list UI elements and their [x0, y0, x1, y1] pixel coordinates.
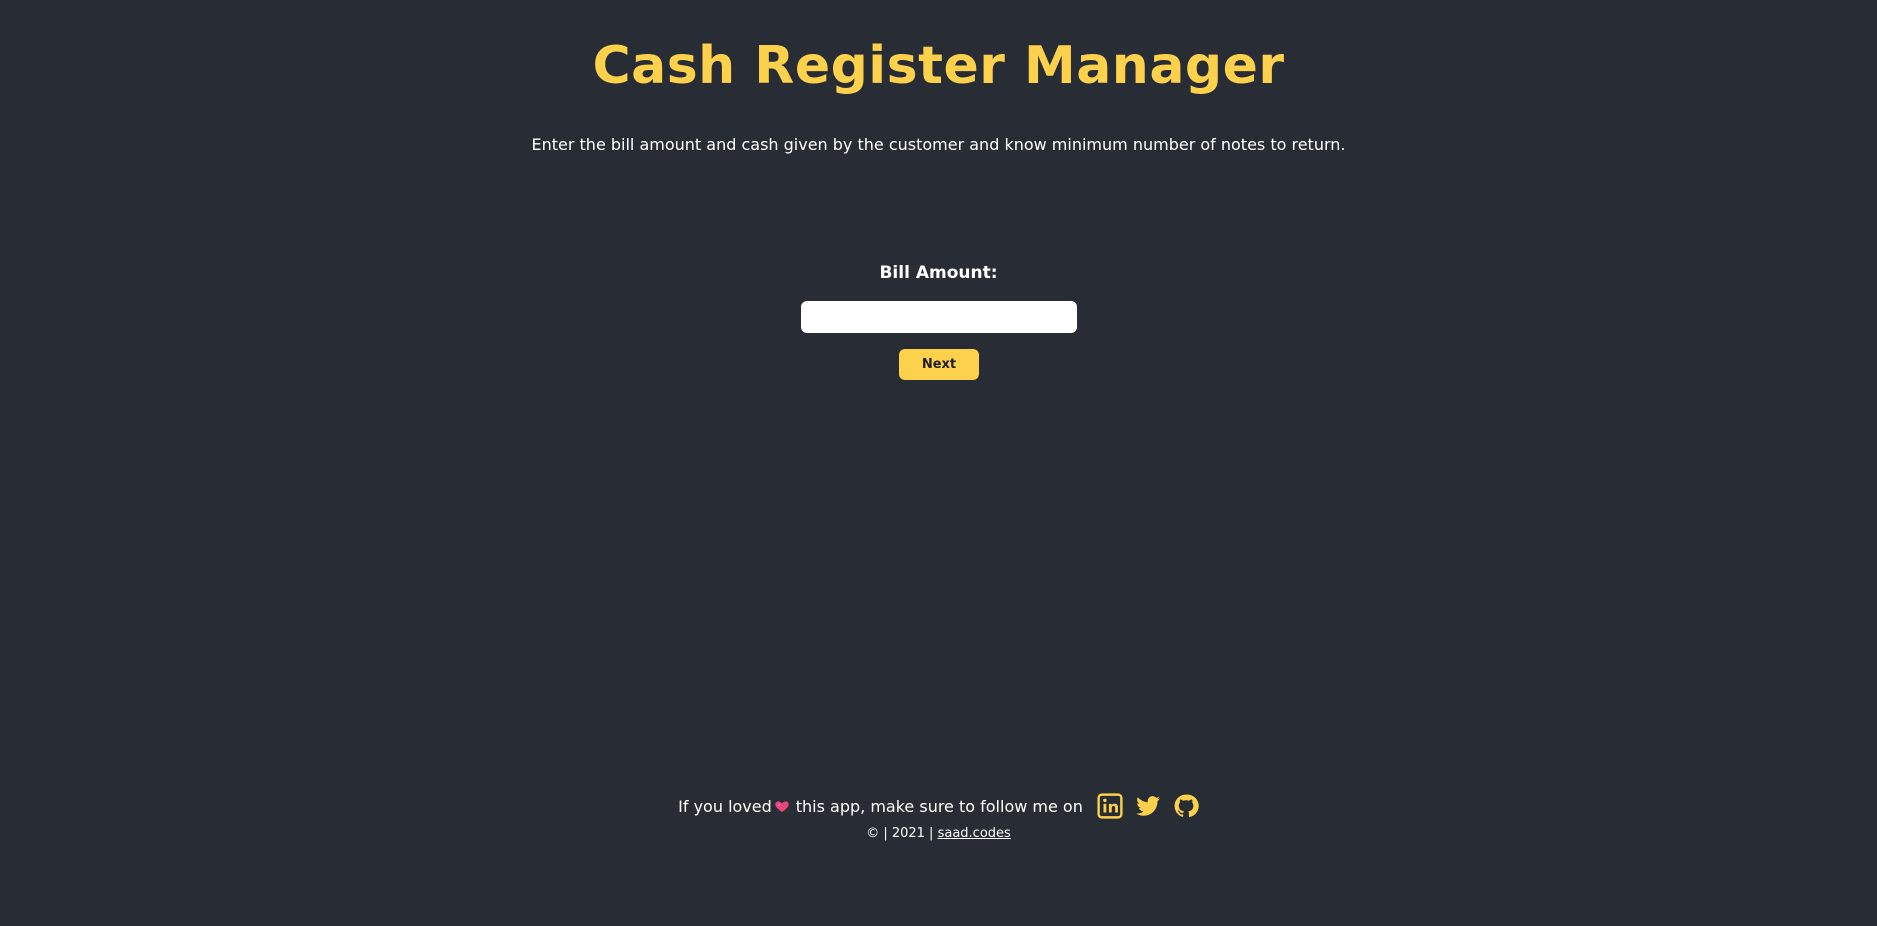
next-button[interactable]: Next	[899, 349, 979, 380]
copyright-text: © | 2021 |	[866, 826, 934, 841]
twitter-icon[interactable]	[1135, 793, 1161, 819]
copyright-line: © | 2021 | saad.codes	[0, 826, 1877, 841]
page-title: Cash Register Manager	[592, 36, 1285, 96]
heart-icon	[774, 798, 790, 814]
social-links	[1097, 793, 1199, 819]
github-icon[interactable]	[1173, 793, 1199, 819]
footer-text-before: If you loved	[678, 796, 772, 816]
linkedin-icon[interactable]	[1097, 793, 1123, 819]
bill-amount-input[interactable]	[801, 301, 1077, 333]
footer-follow-line: If you loved this app, make sure to foll…	[0, 793, 1877, 819]
site-link[interactable]: saad.codes	[938, 826, 1011, 841]
footer-text-after: this app, make sure to follow me on	[795, 796, 1083, 816]
bill-amount-label: Bill Amount:	[879, 263, 998, 283]
page-subtitle: Enter the bill amount and cash given by …	[531, 135, 1346, 154]
page: Cash Register Manager Enter the bill amo…	[0, 0, 1877, 926]
